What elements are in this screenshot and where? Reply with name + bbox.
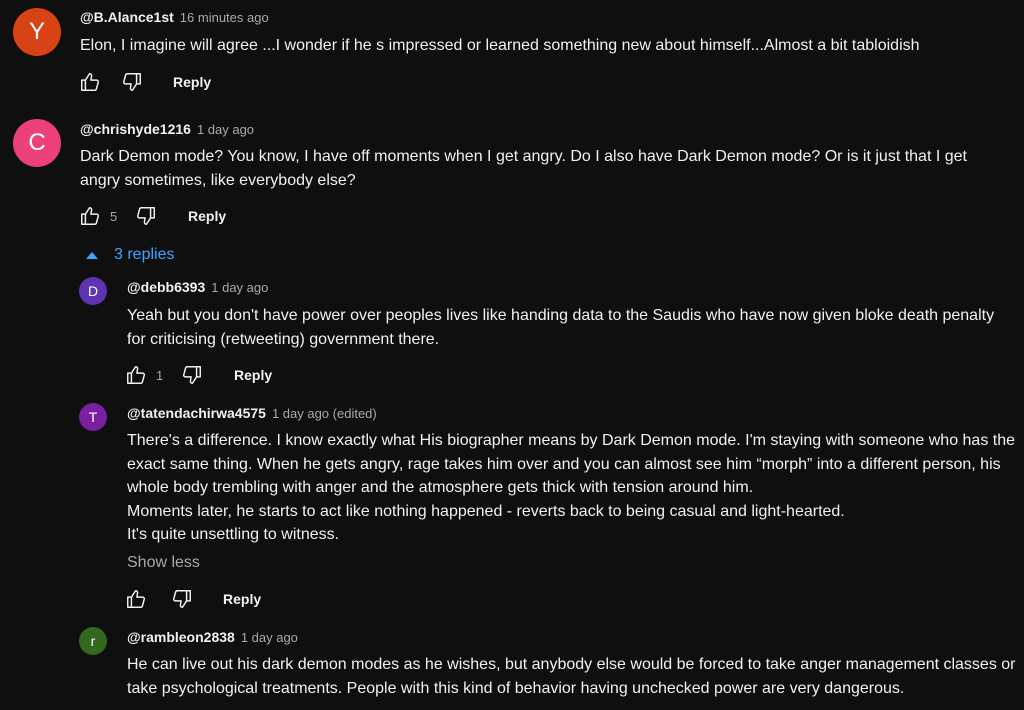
thumbs-down-icon[interactable] — [170, 587, 194, 611]
author-handle[interactable]: @rambleon2838 — [127, 629, 235, 645]
thumbs-up-icon[interactable] — [124, 587, 148, 611]
reply-button[interactable]: Reply — [223, 591, 261, 607]
comment-text: Dark Demon mode? You know, I have off mo… — [80, 148, 967, 189]
avatar[interactable]: C — [13, 119, 61, 167]
author-handle[interactable]: @debb6393 — [127, 279, 205, 295]
comment-header: @tatendachirwa4575 1 day ago (edited) — [127, 405, 377, 423]
like-count: 1 — [156, 367, 164, 383]
comment-time[interactable]: 1 day ago — [211, 280, 268, 295]
comment-text: Yeah but you don't have power over peopl… — [127, 307, 995, 348]
comment-actions: Reply — [124, 587, 261, 611]
comment-header: @debb6393 1 day ago — [127, 279, 268, 297]
author-handle[interactable]: @tatendachirwa4575 — [127, 405, 266, 421]
comment-actions: 1 Reply — [124, 363, 272, 387]
thumbs-down-icon[interactable] — [120, 70, 144, 94]
comment-time[interactable]: 1 day ago — [197, 122, 254, 137]
comment-text: Elon, I imagine will agree ...I wonder i… — [80, 37, 920, 54]
comment-text: He can live out his dark demon modes as … — [127, 656, 1016, 697]
caret-up-icon — [86, 251, 98, 259]
comment-actions: 5 Reply — [78, 204, 226, 228]
thumbs-up-icon[interactable] — [78, 204, 102, 228]
reply-button[interactable]: Reply — [173, 74, 211, 90]
comment-header: @rambleon2838 1 day ago — [127, 629, 298, 647]
avatar[interactable]: Y — [13, 8, 61, 56]
comment-time[interactable]: 1 day ago (edited) — [272, 406, 377, 421]
thumbs-up-icon[interactable] — [78, 70, 102, 94]
thumbs-up-icon[interactable] — [124, 363, 148, 387]
show-less-button[interactable]: Show less — [127, 554, 200, 572]
comment-time[interactable]: 1 day ago — [241, 630, 298, 645]
comment-header: @chrishyde1216 1 day ago — [80, 121, 254, 139]
avatar[interactable]: D — [79, 277, 107, 305]
reply-button[interactable]: Reply — [188, 208, 226, 224]
thumbs-down-icon[interactable] — [180, 363, 204, 387]
comment-time[interactable]: 16 minutes ago — [180, 10, 269, 25]
avatar[interactable]: T — [79, 403, 107, 431]
author-handle[interactable]: @chrishyde1216 — [80, 121, 191, 137]
thumbs-down-icon[interactable] — [134, 204, 158, 228]
replies-toggle-button[interactable]: 3 replies — [86, 246, 174, 264]
author-handle[interactable]: @B.Alance1st — [80, 9, 174, 25]
reply-button[interactable]: Reply — [234, 367, 272, 383]
comment-text: There's a difference. I know exactly wha… — [127, 432, 1016, 544]
avatar[interactable]: r — [79, 627, 107, 655]
like-count: 5 — [110, 208, 118, 224]
replies-toggle-label: 3 replies — [114, 246, 175, 263]
comment-actions: Reply — [78, 70, 211, 94]
comment-header: @B.Alance1st 16 minutes ago — [80, 9, 269, 27]
